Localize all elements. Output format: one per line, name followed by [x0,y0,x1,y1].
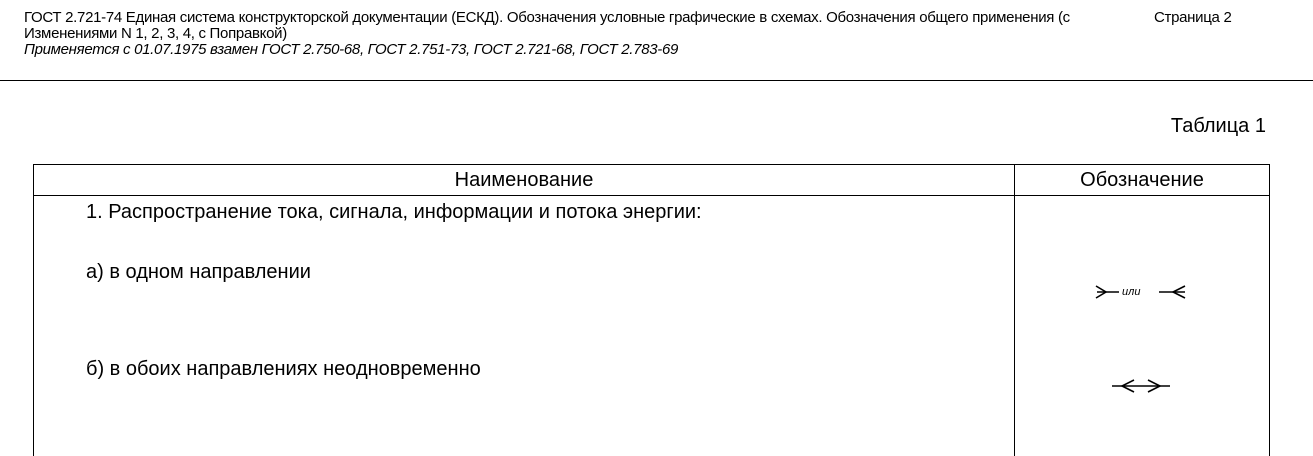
document-header: ГОСТ 2.721-74 Единая система конструктор… [24,10,1084,58]
header-divider [0,80,1313,81]
one-direction-arrow-icon: или [1091,282,1191,302]
document-subtitle: Применяется с 01.07.1975 взамен ГОСТ 2.7… [24,42,1084,58]
item-b-text: б) в обоих направлениях неодновременно [86,357,481,381]
table-row: 1. Распространение тока, сигнала, информ… [34,196,1270,456]
table-header-row: Наименование Обозначение [34,165,1270,196]
table-caption: Таблица 1 [1171,114,1266,138]
name-cell: 1. Распространение тока, сигнала, информ… [34,196,1015,456]
item-1-text: 1. Распространение тока, сигнала, информ… [86,200,702,224]
symbol-a-or-label: или [1122,286,1140,298]
item-a-text: а) в одном направлении [86,260,311,284]
both-directions-arrow-icon [1108,376,1174,396]
symbols-table: Наименование Обозначение 1. Распростране… [33,164,1270,456]
symbol-cell: или [1015,196,1270,456]
document-title: ГОСТ 2.721-74 Единая система конструктор… [24,10,1084,42]
column-header-symbol: Обозначение [1015,165,1270,196]
column-header-name: Наименование [34,165,1015,196]
page-number: Страница 2 [1154,10,1232,26]
